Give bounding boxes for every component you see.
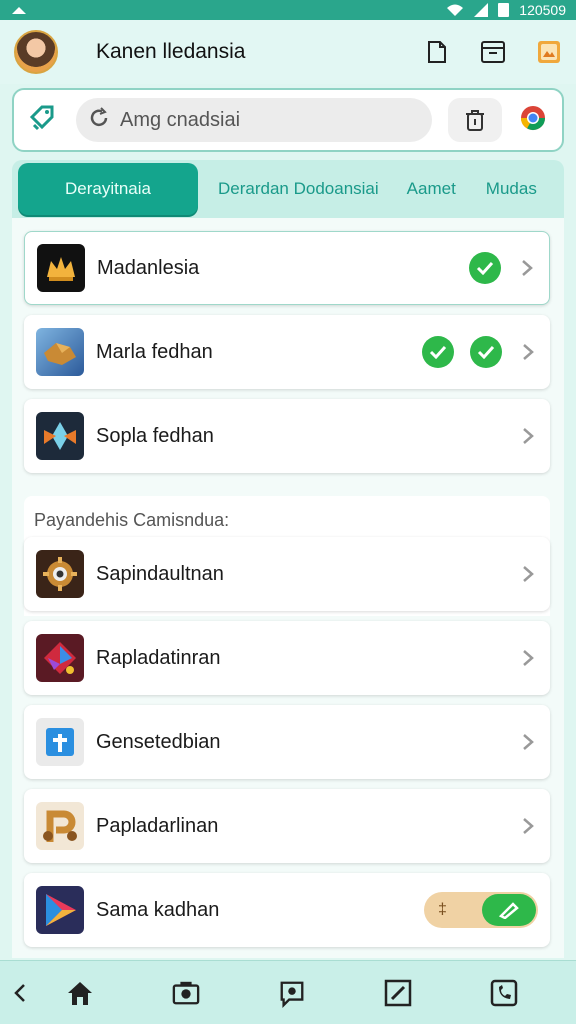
chevron-right-icon	[518, 426, 538, 446]
check-icon	[470, 336, 502, 368]
wifi-icon	[447, 4, 464, 16]
chevron-right-icon	[517, 258, 537, 278]
archive-icon[interactable]	[480, 39, 506, 65]
tab-derardan-dodoansiai[interactable]: Derardan Dodoansiai	[208, 179, 389, 199]
list-item[interactable]: Madanlesia	[24, 231, 550, 305]
play-app-icon	[36, 886, 84, 934]
chevron-right-icon	[518, 342, 538, 362]
crown-app-icon	[37, 244, 85, 292]
tab-derayitnaia[interactable]: Derayitnaia	[18, 163, 198, 215]
avatar[interactable]	[14, 30, 58, 74]
list-item-label: Gensetedbian	[96, 730, 221, 753]
chat-icon[interactable]	[278, 979, 306, 1008]
browser-icon[interactable]	[518, 103, 548, 138]
refresh-icon[interactable]	[88, 106, 110, 134]
chevron-right-icon	[518, 732, 538, 752]
status-time: 120509	[519, 2, 566, 18]
list-item[interactable]: Sama kadhan ‡	[24, 873, 550, 947]
list-item-label: Papladarlinan	[96, 814, 219, 837]
phone-icon[interactable]	[490, 979, 518, 1007]
home-icon[interactable]	[66, 979, 94, 1007]
tab-aamet[interactable]: Aamet	[397, 179, 466, 199]
pencil-icon	[498, 902, 519, 919]
gear-app-icon	[36, 550, 84, 598]
p-app-icon	[36, 802, 84, 850]
chevron-right-icon	[518, 648, 538, 668]
check-icon	[469, 252, 501, 284]
notification-icon	[12, 7, 26, 14]
star-app-icon	[36, 634, 84, 682]
toggle-knob	[482, 894, 536, 926]
tab-bar: Derayitnaia Derardan Dodoansiai Aamet Mu…	[12, 160, 564, 218]
list-item-label: Madanlesia	[97, 256, 200, 279]
tag-icon[interactable]	[28, 103, 58, 138]
signal-icon	[474, 3, 489, 17]
camera-icon[interactable]	[172, 979, 200, 1007]
app-list: Madanlesia Marla fedhan Sopla fedhan Pay…	[12, 218, 564, 958]
chevron-right-icon	[518, 816, 538, 836]
search-field[interactable]	[76, 98, 432, 142]
toggle-off-label: ‡	[438, 901, 447, 918]
user-name: Kanen lledansia	[96, 40, 246, 63]
image-icon[interactable]	[536, 39, 562, 65]
puzzle-app-icon	[36, 328, 84, 376]
list-item-label: Sopla fedhan	[96, 424, 214, 447]
clear-button[interactable]	[448, 98, 502, 142]
back-icon[interactable]	[6, 979, 34, 1007]
bottom-nav	[0, 960, 576, 1024]
eagle-app-icon	[36, 412, 84, 460]
section-title: Payandehis Camisndua:	[34, 510, 230, 530]
check-icon	[422, 336, 454, 368]
list-item[interactable]: Papladarlinan	[24, 789, 550, 863]
battery-icon	[498, 3, 510, 17]
chevron-right-icon	[518, 564, 538, 584]
edit-icon[interactable]	[384, 979, 412, 1007]
list-item[interactable]: Rapladatinran	[24, 621, 550, 695]
list-item[interactable]: Marla fedhan	[24, 315, 550, 389]
trash-icon	[466, 110, 484, 131]
toggle-switch[interactable]: ‡	[424, 892, 538, 928]
list-item-label: Rapladatinran	[96, 646, 221, 669]
search-card	[12, 88, 564, 152]
list-item-label: Marla fedhan	[96, 340, 213, 363]
document-icon[interactable]	[424, 39, 450, 65]
plus-app-icon	[36, 718, 84, 766]
list-item[interactable]: Sopla fedhan	[24, 399, 550, 473]
list-item[interactable]: Sapindaultnan	[24, 537, 550, 611]
status-bar: 120509	[0, 0, 576, 20]
app-header: Kanen lledansia	[0, 20, 576, 84]
tab-mudas[interactable]: Mudas	[476, 179, 547, 199]
list-item[interactable]: Gensetedbian	[24, 705, 550, 779]
search-input[interactable]	[120, 108, 410, 132]
list-item-label: Sama kadhan	[96, 898, 220, 921]
list-item-label: Sapindaultnan	[96, 562, 224, 585]
